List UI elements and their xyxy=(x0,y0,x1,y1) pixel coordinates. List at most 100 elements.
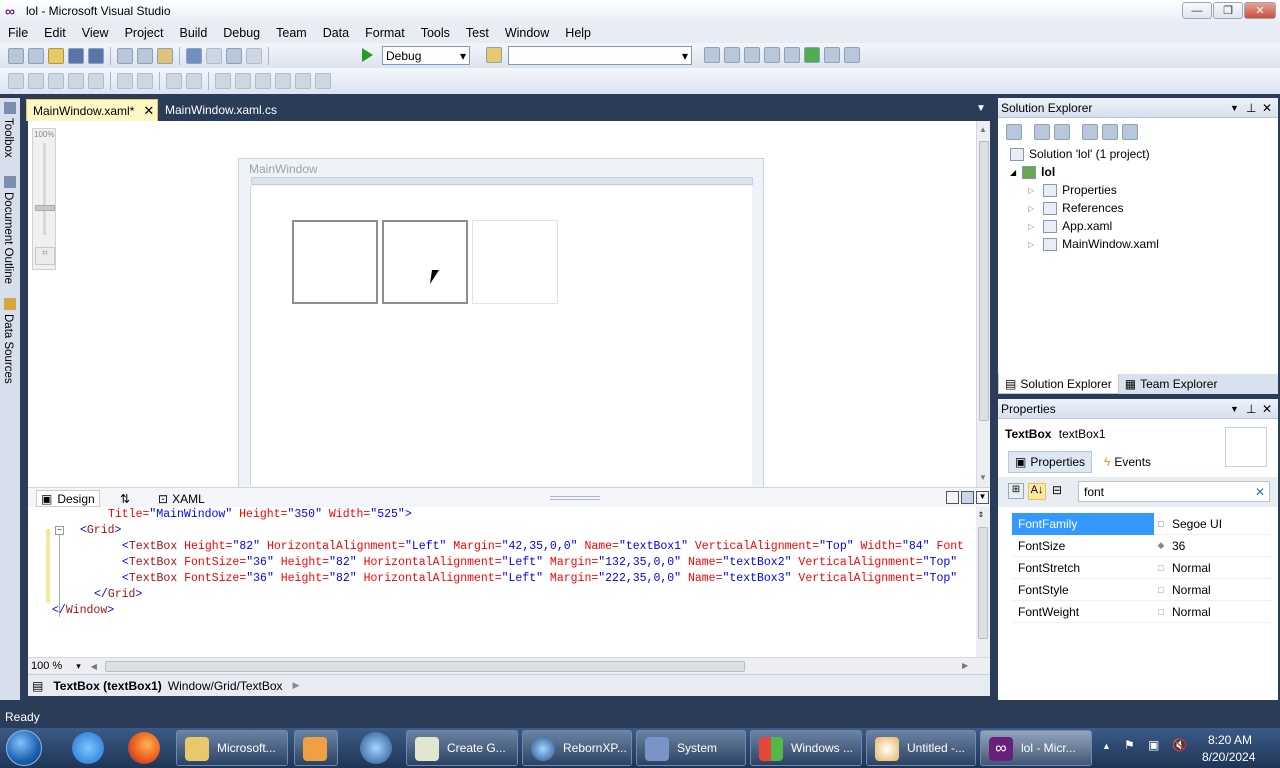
expand-arrow-icon[interactable]: ◢ xyxy=(1010,168,1016,177)
tree-solution[interactable]: Solution 'lol' (1 project) xyxy=(1010,145,1150,163)
breadcrumb-chevron-icon[interactable]: ▶ xyxy=(293,680,300,691)
outdent-icon[interactable] xyxy=(137,73,153,89)
clear-bookmarks-icon[interactable] xyxy=(315,73,331,89)
tab-mainwindow-xaml-cs[interactable]: MainWindow.xaml.cs xyxy=(159,99,283,121)
split-editor-icon[interactable]: ⇕ xyxy=(978,509,984,521)
next-bookmark-icon[interactable] xyxy=(255,73,271,89)
bookmark-icon[interactable] xyxy=(215,73,231,89)
save-all-icon[interactable] xyxy=(88,47,104,64)
copy-icon[interactable] xyxy=(137,47,153,64)
property-row-fontsize[interactable]: FontSize ◆ 36 xyxy=(1012,535,1272,557)
zoom-fit-icon[interactable]: ⌗ xyxy=(35,247,55,265)
align-middle-icon[interactable] xyxy=(88,73,104,89)
save-icon[interactable] xyxy=(68,47,84,64)
xaml-editor[interactable]: − Title="MainWindow" Height="350" Width=… xyxy=(28,507,990,657)
pin-icon[interactable]: ⊥ xyxy=(1246,101,1256,115)
design-view-tab[interactable]: ▣ Design xyxy=(36,490,100,507)
extension-manager-icon[interactable] xyxy=(804,47,820,63)
vertical-split-icon[interactable] xyxy=(946,491,959,504)
horizontal-split-icon[interactable] xyxy=(961,491,974,504)
navigate-backward-icon[interactable] xyxy=(226,47,242,64)
tray-overflow-icon[interactable]: ▲ xyxy=(1102,741,1111,751)
close-button[interactable]: ✕ xyxy=(1244,2,1276,19)
tree-properties[interactable]: ▷ Properties xyxy=(1028,181,1117,199)
scroll-down-icon[interactable]: ▼ xyxy=(979,473,987,482)
more-tools-icon[interactable] xyxy=(844,47,860,63)
align-left-icon[interactable] xyxy=(8,73,24,89)
panel-close-icon[interactable]: ✕ xyxy=(1262,101,1272,115)
property-row-fontfamily[interactable]: FontFamily □ Segoe UI xyxy=(1012,512,1272,535)
maximize-button[interactable]: ❐ xyxy=(1213,2,1243,19)
splitter-grip[interactable] xyxy=(550,496,600,500)
menu-format[interactable]: Format xyxy=(357,26,413,40)
menu-view[interactable]: View xyxy=(74,26,117,40)
xaml-view-tab[interactable]: ⊡ XAML xyxy=(154,490,209,507)
menu-project[interactable]: Project xyxy=(117,26,172,40)
editor-vertical-scrollbar[interactable]: ⇕ xyxy=(976,507,990,657)
selected-element-name[interactable]: textBox1 xyxy=(1059,427,1106,441)
start-debugging-icon[interactable] xyxy=(362,48,373,62)
data-sources-tab[interactable]: Data Sources xyxy=(2,314,14,384)
breadcrumb-path[interactable]: Window/Grid/TextBox xyxy=(168,679,283,693)
toolbox-icon[interactable] xyxy=(764,47,780,63)
internet-explorer-icon[interactable] xyxy=(72,732,104,764)
zoom-slider[interactable]: 100% ⌗ xyxy=(32,128,56,270)
scroll-right-icon[interactable]: ▶ xyxy=(962,661,968,670)
object-browser-icon[interactable] xyxy=(744,47,760,63)
undo-icon[interactable] xyxy=(186,47,202,64)
prev-bookmark-icon[interactable] xyxy=(235,73,251,89)
panel-close-icon[interactable]: ✕ xyxy=(1262,402,1272,416)
cut-icon[interactable] xyxy=(117,47,133,64)
property-marker-icon[interactable]: □ xyxy=(1154,585,1168,595)
tree-references[interactable]: ▷ References xyxy=(1028,199,1124,217)
solution-explorer-icon[interactable] xyxy=(704,47,720,63)
refresh-icon[interactable] xyxy=(1054,124,1070,140)
menu-team[interactable]: Team xyxy=(268,26,315,40)
breadcrumb-element[interactable]: TextBox (textBox1) xyxy=(53,679,161,693)
property-value[interactable]: 36 xyxy=(1172,539,1185,553)
clock-time[interactable]: 8:20 AM xyxy=(1208,733,1252,747)
toolbox-tab[interactable]: Toolbox xyxy=(2,118,14,158)
property-marker-icon[interactable]: □ xyxy=(1154,563,1168,573)
task-visual-studio[interactable]: ∞ lol - Micr... xyxy=(980,730,1092,766)
volume-muted-icon[interactable]: 🔇 xyxy=(1172,738,1187,752)
zoom-dropdown-icon[interactable]: ▾ xyxy=(76,661,81,672)
collapse-pane-icon[interactable]: ▼ xyxy=(976,491,989,504)
menu-test[interactable]: Test xyxy=(458,26,497,40)
redo-icon[interactable] xyxy=(206,47,222,64)
grid-ruler[interactable] xyxy=(251,177,753,185)
menu-tools[interactable]: Tools xyxy=(413,26,458,40)
start-page-icon[interactable] xyxy=(784,47,800,63)
command-window-icon[interactable] xyxy=(824,47,840,63)
paste-icon[interactable] xyxy=(157,47,173,64)
show-all-files-icon[interactable] xyxy=(1034,124,1050,140)
clear-search-icon[interactable]: ✕ xyxy=(1255,485,1265,499)
properties-tab[interactable]: ▣ Properties xyxy=(1008,451,1093,473)
panel-menu-icon[interactable]: ▼ xyxy=(1230,103,1239,113)
designer-vertical-scrollbar[interactable]: ▲ ▼ xyxy=(976,121,990,487)
indent-icon[interactable] xyxy=(117,73,133,89)
menu-build[interactable]: Build xyxy=(171,26,215,40)
editor-scroll-thumb[interactable] xyxy=(978,527,988,639)
property-marker-icon[interactable]: □ xyxy=(1154,607,1168,617)
view-code-icon[interactable] xyxy=(1082,124,1098,140)
task-system[interactable]: System xyxy=(636,730,746,766)
tab-mainwindow-xaml[interactable]: MainWindow.xaml* ✕ xyxy=(26,99,158,121)
textbox3[interactable] xyxy=(472,220,558,304)
solution-config-dropdown[interactable]: Debug ▾ xyxy=(382,46,470,65)
globe-app-icon[interactable] xyxy=(360,732,392,764)
next-bookmark-folder-icon[interactable] xyxy=(295,73,311,89)
menu-data[interactable]: Data xyxy=(315,26,357,40)
collapsed-arrow-icon[interactable]: ▷ xyxy=(1028,240,1034,249)
uncomment-icon[interactable] xyxy=(186,73,202,89)
clock-date[interactable]: 8/20/2024 xyxy=(1202,750,1255,764)
property-marker-icon[interactable]: ◆ xyxy=(1154,540,1168,551)
start-button-icon[interactable] xyxy=(6,730,42,766)
find-combo[interactable]: ▾ xyxy=(508,46,692,65)
outline-collapse-icon[interactable]: − xyxy=(55,526,64,535)
menu-help[interactable]: Help xyxy=(557,26,599,40)
open-file-icon[interactable] xyxy=(48,47,64,64)
pin-icon[interactable]: ⊥ xyxy=(1246,402,1256,416)
filter-icon[interactable]: ⊟ xyxy=(1052,483,1062,497)
menu-edit[interactable]: Edit xyxy=(36,26,74,40)
